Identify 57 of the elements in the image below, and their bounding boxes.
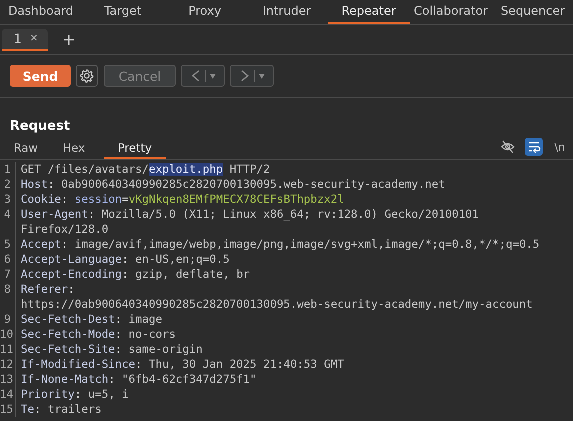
line-number: 13 bbox=[0, 372, 16, 387]
wrap-lines-icon bbox=[528, 140, 540, 154]
main-tab[interactable]: Sequencer bbox=[492, 0, 573, 24]
tab-label: 1 bbox=[14, 31, 22, 46]
wrap-toggle[interactable] bbox=[525, 138, 543, 156]
line-number: 12 bbox=[0, 357, 16, 372]
gear-icon bbox=[80, 69, 94, 83]
main-tab[interactable]: Dashboard bbox=[0, 0, 82, 24]
code-line: If-None-Match: "6fb4-62cf347d275f1" bbox=[20, 372, 258, 387]
line-number: 2 bbox=[0, 177, 16, 192]
eye-slash-icon bbox=[501, 140, 515, 154]
code-line: Firefox/128.0 bbox=[20, 222, 110, 237]
code-line: https://0ab900640340990285c2820700130095.web-security-academy.net/my-account bbox=[20, 297, 534, 312]
line-number: 3 bbox=[0, 192, 16, 207]
code-line: Accept-Language: en-US,en;q=0.5 bbox=[20, 252, 231, 267]
line-number: 4 bbox=[0, 207, 16, 222]
code-line: Te: trailers bbox=[20, 402, 103, 417]
newline-toggle[interactable]: \n bbox=[551, 138, 569, 156]
main-tab[interactable]: Intruder bbox=[246, 0, 328, 24]
panel-title: Request bbox=[10, 119, 72, 136]
view-tab[interactable]: Raw bbox=[0, 139, 52, 159]
code-line: Sec-Fetch-Site: same-origin bbox=[20, 342, 204, 357]
line-number: 9 bbox=[0, 312, 16, 327]
code-line: User-Agent: Mozilla/5.0 (X11; Linux x86_64; rv:128.0) Gecko/20100101 bbox=[20, 207, 480, 222]
view-tab[interactable]: Hex bbox=[52, 139, 96, 159]
line-number: 1 bbox=[0, 162, 16, 177]
line-number: 8 bbox=[0, 282, 16, 297]
code-line: Host: 0ab900640340990285c2820700130095.web-security-academy.net bbox=[20, 177, 446, 192]
main-tab[interactable]: Target bbox=[82, 0, 164, 24]
view-tab[interactable]: Pretty bbox=[104, 139, 166, 159]
caret-icon bbox=[258, 72, 266, 80]
line-number: 15 bbox=[0, 402, 16, 417]
hide-toggle[interactable] bbox=[499, 138, 517, 156]
chevron-left-icon bbox=[190, 69, 202, 83]
line-number: 10 bbox=[0, 327, 16, 342]
settings-button[interactable] bbox=[76, 65, 98, 87]
code-line: Cookie: session=vKgNkqen8EMfPMECX78CEFsBThpbzx2l bbox=[20, 192, 346, 207]
line-number: 5 bbox=[0, 237, 16, 252]
close-tab-button[interactable]: × bbox=[30, 33, 38, 44]
code-line: If-Modified-Since: Thu, 30 Jan 2025 21:40:53 GMT bbox=[20, 357, 346, 372]
line-number: 14 bbox=[0, 387, 16, 402]
request-tab[interactable]: 1 × bbox=[2, 28, 48, 50]
code-line: Sec-Fetch-Dest: image bbox=[20, 312, 164, 327]
code-line: Accept: image/avif,image/webp,image/png,image/svg+xml,image/*;q=0.8,*/*;q=0.5 bbox=[20, 237, 541, 252]
main-tab[interactable]: Collaborator bbox=[410, 0, 492, 24]
line-number: 7 bbox=[0, 267, 16, 282]
code-line: Accept-Encoding: gzip, deflate, br bbox=[20, 267, 252, 282]
main-tab[interactable]: Repeater bbox=[328, 0, 410, 24]
caret-icon bbox=[208, 72, 216, 80]
code-line: Sec-Fetch-Mode: no-cors bbox=[20, 327, 177, 342]
new-tab-button[interactable]: + bbox=[58, 30, 80, 49]
line-number: 11 bbox=[0, 342, 16, 357]
code-line: Referer: bbox=[20, 282, 76, 297]
code-line: GET /files/avatars/exploit.php HTTP/2 bbox=[20, 162, 272, 177]
line-number: 6 bbox=[0, 252, 16, 267]
main-tab[interactable]: Proxy bbox=[164, 0, 246, 24]
code-line: Priority: u=5, i bbox=[20, 387, 130, 402]
